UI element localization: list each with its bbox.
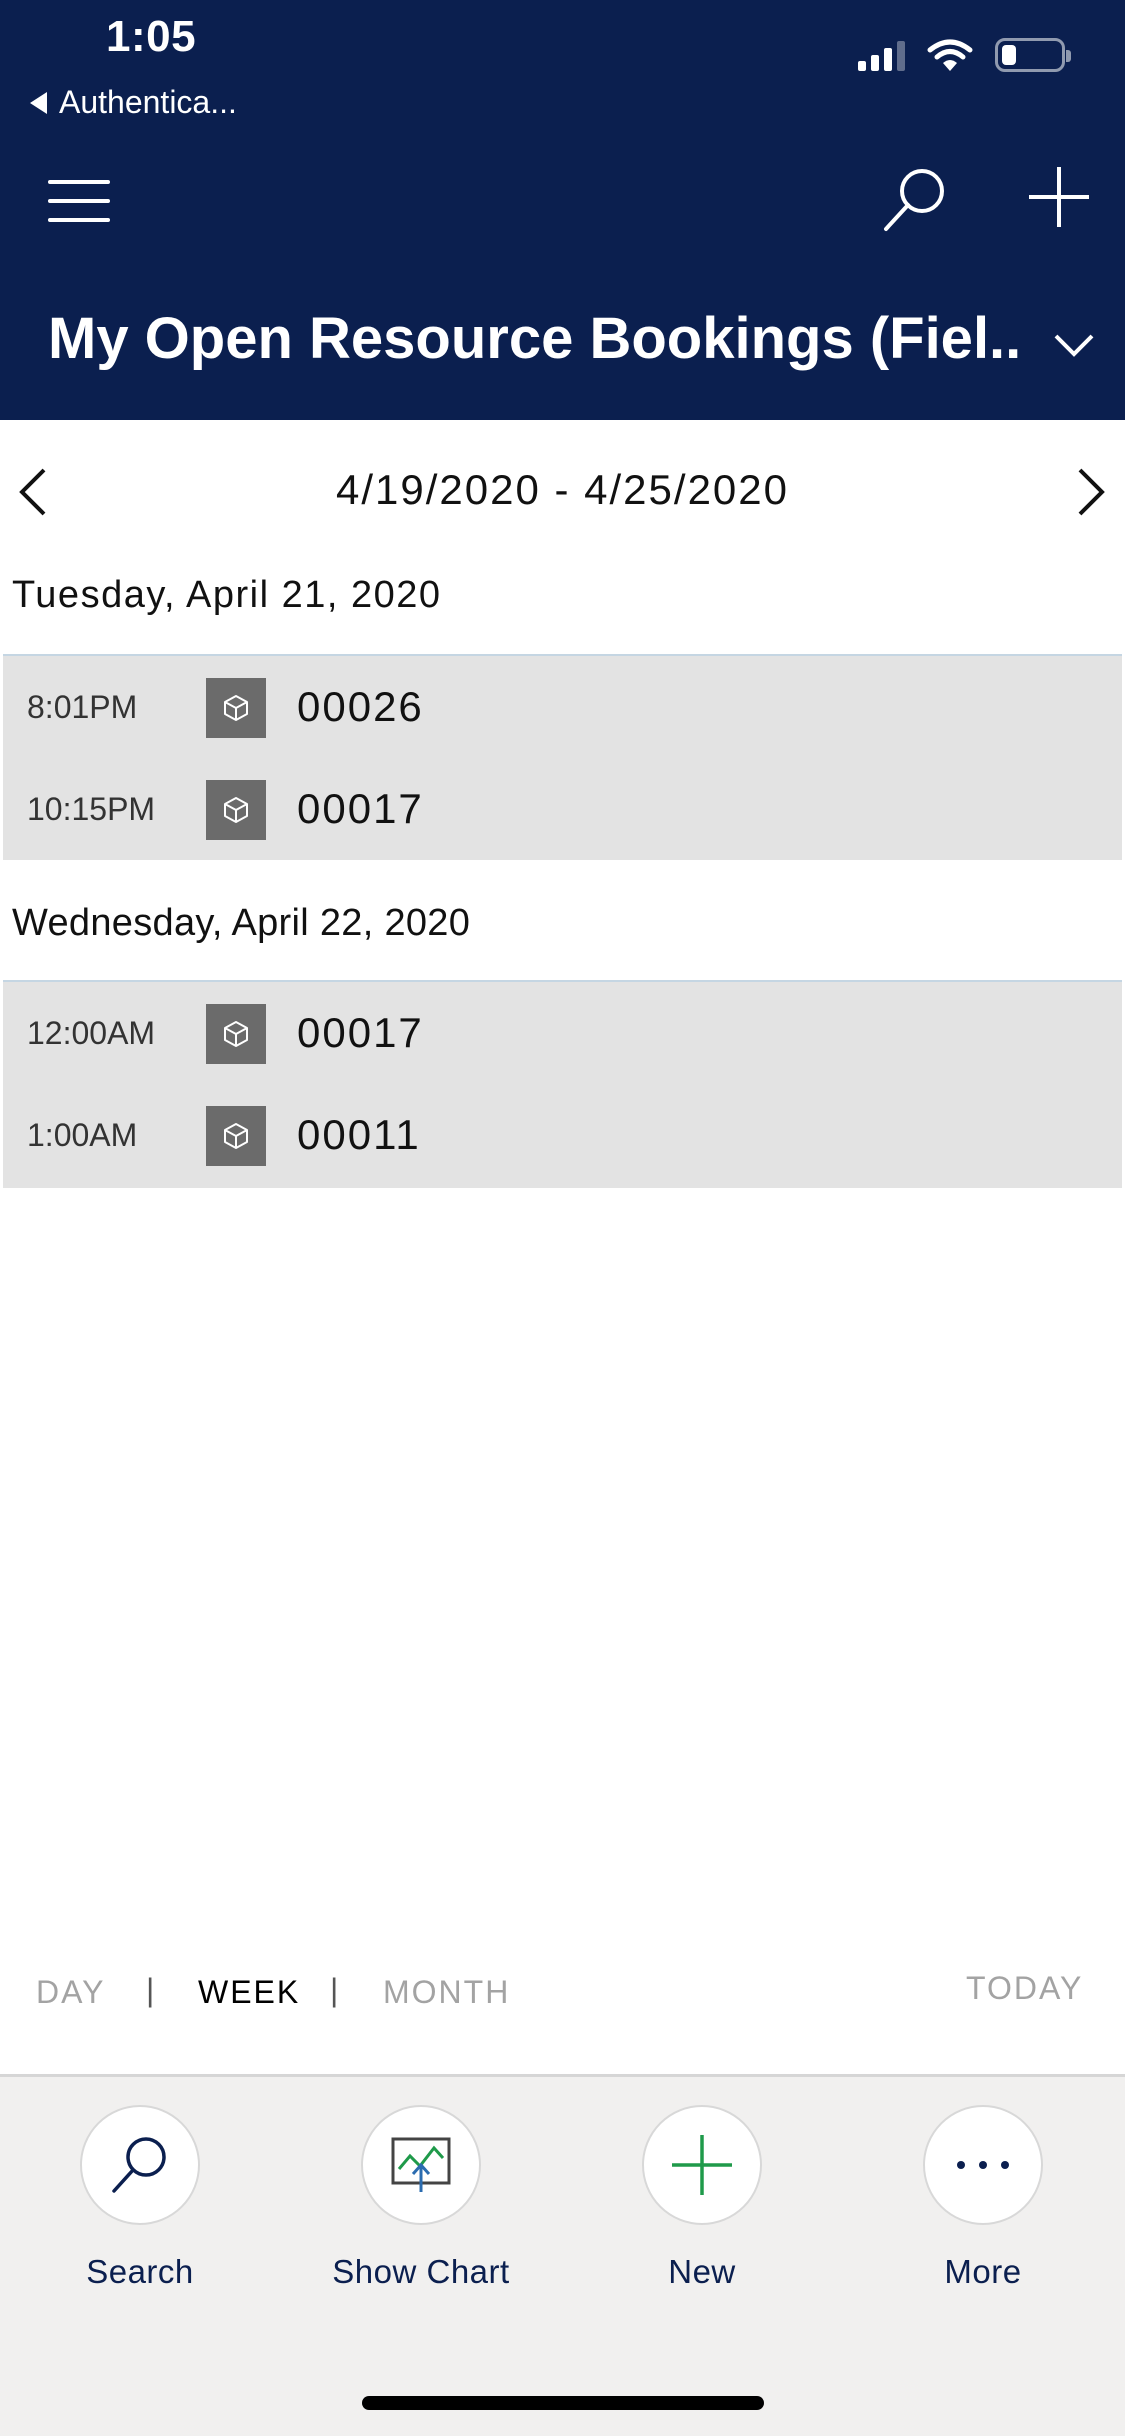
booking-time: 1:00AM [27, 1117, 138, 1153]
day-bookings-list: 12:00AM 00017 1:00AM 00011 [3, 980, 1122, 1188]
next-week-arrow-icon[interactable] [1068, 462, 1112, 522]
back-to-app-link[interactable]: Authentica... [30, 84, 237, 121]
command-bar: Search Show Chart New More [0, 2074, 1125, 2436]
more-command-label: More [944, 2253, 1022, 2290]
cellular-signal-icon [858, 39, 905, 71]
search-command-circle [80, 2105, 200, 2225]
booking-row[interactable]: 12:00AM 00017 [3, 982, 1122, 1084]
menu-icon[interactable] [48, 180, 110, 222]
battery-icon [995, 38, 1071, 72]
search-icon [112, 2137, 166, 2193]
search-icon[interactable] [880, 165, 950, 235]
add-icon [672, 2135, 732, 2195]
back-triangle-icon [30, 91, 47, 114]
show-chart-command-circle [361, 2105, 481, 2225]
app-header: 1:05 Authentica... My Open Resource Book… [0, 0, 1125, 420]
booking-row[interactable]: 10:15PM 00017 [3, 758, 1122, 860]
week-view-tab[interactable]: WEEK [198, 1974, 300, 2011]
new-command-circle [642, 2105, 762, 2225]
booking-entity-icon [206, 780, 266, 840]
day-view-tab[interactable]: DAY [36, 1974, 105, 2011]
show-chart-command-button[interactable]: Show Chart [311, 2105, 531, 2291]
chevron-down-icon[interactable] [1052, 330, 1096, 360]
booking-time: 12:00AM [27, 1015, 156, 1051]
booking-row[interactable]: 8:01PM 00026 [3, 656, 1122, 758]
booking-entity-icon [206, 678, 266, 738]
booking-time: 8:01PM [27, 689, 138, 725]
show-chart-command-label: Show Chart [332, 2253, 510, 2290]
new-command-label: New [668, 2253, 736, 2290]
battery-level [1002, 45, 1016, 65]
today-button[interactable]: TODAY [966, 1970, 1083, 2007]
home-indicator[interactable] [362, 2396, 764, 2410]
view-separator: | [330, 1972, 341, 2008]
more-command-circle [923, 2105, 1043, 2225]
add-icon[interactable] [1027, 165, 1091, 229]
booking-name: 00017 [297, 785, 424, 832]
back-link-label: Authentica... [59, 84, 237, 120]
day-heading: Wednesday, April 22, 2020 [12, 902, 471, 944]
month-view-tab[interactable]: MONTH [383, 1974, 510, 2011]
status-time: 1:05 [106, 12, 197, 61]
new-command-button[interactable]: New [592, 2105, 812, 2291]
calendar-view-switch: DAY | WEEK | MONTH TODAY [0, 1966, 1125, 2016]
date-range: 4/19/2020 - 4/25/2020 [335, 466, 790, 513]
booking-time: 10:15PM [27, 791, 156, 827]
wifi-icon [927, 39, 973, 71]
more-ellipsis-icon [957, 2161, 1009, 2169]
day-heading: Tuesday, April 21, 2020 [12, 574, 442, 616]
status-icons [858, 38, 1071, 72]
day-bookings-list: 8:01PM 00026 10:15PM 00017 [3, 654, 1122, 860]
search-command-button[interactable]: Search [30, 2105, 250, 2291]
booking-name: 00011 [297, 1111, 421, 1158]
more-command-button[interactable]: More [873, 2105, 1093, 2291]
chart-icon [391, 2137, 451, 2192]
booking-name: 00026 [297, 683, 424, 730]
booking-entity-icon [206, 1004, 266, 1064]
booking-name: 00017 [297, 1009, 424, 1056]
view-title[interactable]: My Open Resource Bookings (Fiel... [48, 305, 1023, 372]
booking-row[interactable]: 1:00AM 00011 [3, 1084, 1122, 1186]
booking-entity-icon [206, 1106, 266, 1166]
search-command-label: Search [86, 2253, 194, 2290]
view-separator: | [146, 1972, 157, 2008]
